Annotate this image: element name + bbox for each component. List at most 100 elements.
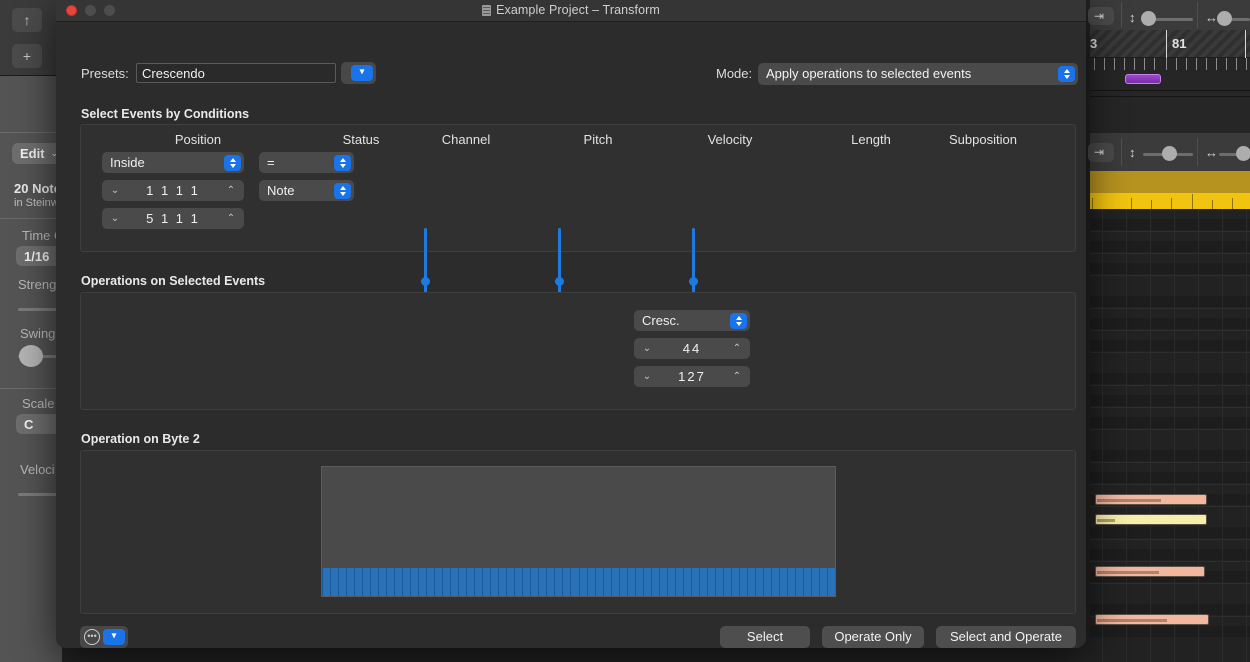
divider bbox=[1197, 138, 1198, 166]
select-only-button[interactable]: Select Only bbox=[720, 626, 810, 648]
horizontal-zoom-knob[interactable] bbox=[1236, 146, 1250, 161]
select-and-operate-button[interactable]: Select and Operate bbox=[936, 626, 1076, 648]
chart-bar bbox=[722, 567, 731, 596]
swing-slider-knob[interactable] bbox=[19, 345, 43, 367]
chart-bar bbox=[690, 567, 699, 596]
chart-bar bbox=[698, 567, 707, 596]
vertical-resize-icon[interactable]: ↕ bbox=[1129, 145, 1136, 160]
tick bbox=[1151, 200, 1152, 209]
position-value1-stepper[interactable]: ⌄ 1 1 1 1 ⌃ bbox=[102, 180, 244, 201]
chart-bar bbox=[770, 567, 779, 596]
note-grid[interactable] bbox=[1090, 209, 1250, 662]
chevron-down-icon: ▾ bbox=[351, 65, 373, 81]
vertical-resize-icon[interactable]: ↕ bbox=[1129, 10, 1136, 25]
position-value1: 1 1 1 1 bbox=[146, 183, 200, 198]
window-title: Example Project – Transform bbox=[56, 3, 1086, 17]
vertical-zoom-knob[interactable] bbox=[1141, 11, 1156, 26]
up-down-chevron-icon bbox=[1058, 66, 1075, 82]
up-down-chevron-icon bbox=[730, 313, 747, 329]
chart-bar bbox=[330, 567, 339, 596]
stepper-down-icon[interactable]: ⌄ bbox=[104, 208, 126, 229]
selection-subtitle: in Steinw bbox=[14, 197, 59, 209]
operate-only-button[interactable]: Operate Only bbox=[822, 626, 924, 648]
horizontal-zoom-knob[interactable] bbox=[1217, 11, 1232, 26]
ruler-tick-major bbox=[1166, 30, 1167, 58]
chart-bar bbox=[578, 567, 587, 596]
mode-select[interactable]: Apply operations to selected events bbox=[758, 63, 1078, 85]
stepper-up-icon[interactable]: ⌃ bbox=[220, 208, 242, 229]
chart-bar bbox=[786, 567, 795, 596]
position-value2-stepper[interactable]: ⌄ 5 1 1 1 ⌃ bbox=[102, 208, 244, 229]
chart-bar bbox=[818, 567, 827, 596]
chart-bar bbox=[802, 567, 811, 596]
chart-bar bbox=[530, 567, 539, 596]
chart-bar bbox=[714, 567, 723, 596]
chart-bar bbox=[570, 567, 579, 596]
velocity-operation-select[interactable]: Cresc. bbox=[634, 310, 750, 331]
midi-region-clip[interactable] bbox=[1125, 74, 1161, 84]
midi-note[interactable] bbox=[1095, 566, 1205, 577]
arrow-up-icon[interactable]: ↑ bbox=[12, 8, 42, 32]
tick bbox=[1232, 198, 1233, 209]
chart-bar bbox=[442, 567, 451, 596]
vertical-zoom-knob[interactable] bbox=[1162, 146, 1177, 161]
velocity-operation-value: Cresc. bbox=[642, 313, 680, 328]
chart-bar bbox=[706, 567, 715, 596]
chart-bar bbox=[682, 567, 691, 596]
chart-bar bbox=[674, 567, 683, 596]
status-value-select[interactable]: Note bbox=[259, 180, 354, 201]
midi-note[interactable] bbox=[1095, 514, 1207, 525]
byte2-chart[interactable] bbox=[321, 466, 836, 597]
byte2-bars bbox=[322, 467, 835, 596]
chart-bar bbox=[354, 567, 363, 596]
plus-icon[interactable]: + bbox=[12, 44, 42, 68]
presets-menu-button[interactable]: ▾ bbox=[341, 62, 376, 84]
presets-input[interactable] bbox=[136, 63, 336, 83]
timeline-ruler[interactable] bbox=[1090, 30, 1250, 58]
window-title-text: Example Project – Transform bbox=[496, 3, 660, 17]
chart-bar bbox=[634, 567, 643, 596]
ruler-tick-major bbox=[1245, 30, 1246, 58]
chevron-down-icon[interactable]: ▾ bbox=[103, 629, 125, 645]
strength-label: Streng bbox=[18, 277, 57, 292]
ellipsis-circle-icon[interactable]: ••• bbox=[84, 629, 100, 645]
status-operator-select[interactable]: = bbox=[259, 152, 354, 173]
midi-note[interactable] bbox=[1095, 614, 1209, 625]
position-operator-select[interactable]: Inside bbox=[102, 152, 244, 173]
more-options-group[interactable]: ••• ▾ bbox=[80, 626, 128, 648]
chart-bar bbox=[386, 567, 395, 596]
track-header-band bbox=[1090, 171, 1250, 193]
stepper-up-icon[interactable]: ⌃ bbox=[726, 338, 748, 359]
velocity-value2-stepper[interactable]: ⌄ 127 ⌃ bbox=[634, 366, 750, 387]
swing-label: Swing bbox=[20, 326, 56, 341]
chart-bar bbox=[346, 567, 355, 596]
column-divider-handle[interactable] bbox=[689, 277, 698, 286]
velocity-value1-stepper[interactable]: ⌄ 44 ⌃ bbox=[634, 338, 750, 359]
chart-bar bbox=[434, 567, 443, 596]
window-titlebar[interactable]: Example Project – Transform bbox=[56, 0, 1086, 22]
stepper-down-icon[interactable]: ⌄ bbox=[636, 338, 658, 359]
chart-bar bbox=[746, 567, 755, 596]
divider bbox=[1197, 2, 1198, 28]
chart-bar bbox=[546, 567, 555, 596]
stepper-up-icon[interactable]: ⌃ bbox=[220, 180, 242, 201]
mode-select-value: Apply operations to selected events bbox=[766, 66, 972, 81]
stepper-down-icon[interactable]: ⌄ bbox=[636, 366, 658, 387]
stepper-up-icon[interactable]: ⌃ bbox=[726, 366, 748, 387]
chart-bar bbox=[338, 567, 347, 596]
tick bbox=[1171, 198, 1172, 209]
tick bbox=[1131, 198, 1132, 209]
transform-window: Example Project – Transform Presets: ▾ M… bbox=[56, 0, 1086, 648]
chart-bar bbox=[466, 567, 475, 596]
column-divider-handle[interactable] bbox=[421, 277, 430, 286]
stepper-down-icon[interactable]: ⌄ bbox=[104, 180, 126, 201]
position-value2: 5 1 1 1 bbox=[146, 211, 200, 226]
chart-bar bbox=[794, 567, 803, 596]
divider bbox=[1090, 90, 1250, 91]
horizontal-resize-icon[interactable]: ↔ bbox=[1205, 145, 1218, 160]
scale-label: Scale bbox=[22, 396, 55, 411]
midi-note[interactable] bbox=[1095, 494, 1207, 505]
column-divider-handle[interactable] bbox=[555, 277, 564, 286]
column-header-subposition: Subposition bbox=[949, 132, 1017, 147]
time-quantize-value-label: 1/16 bbox=[24, 248, 50, 264]
